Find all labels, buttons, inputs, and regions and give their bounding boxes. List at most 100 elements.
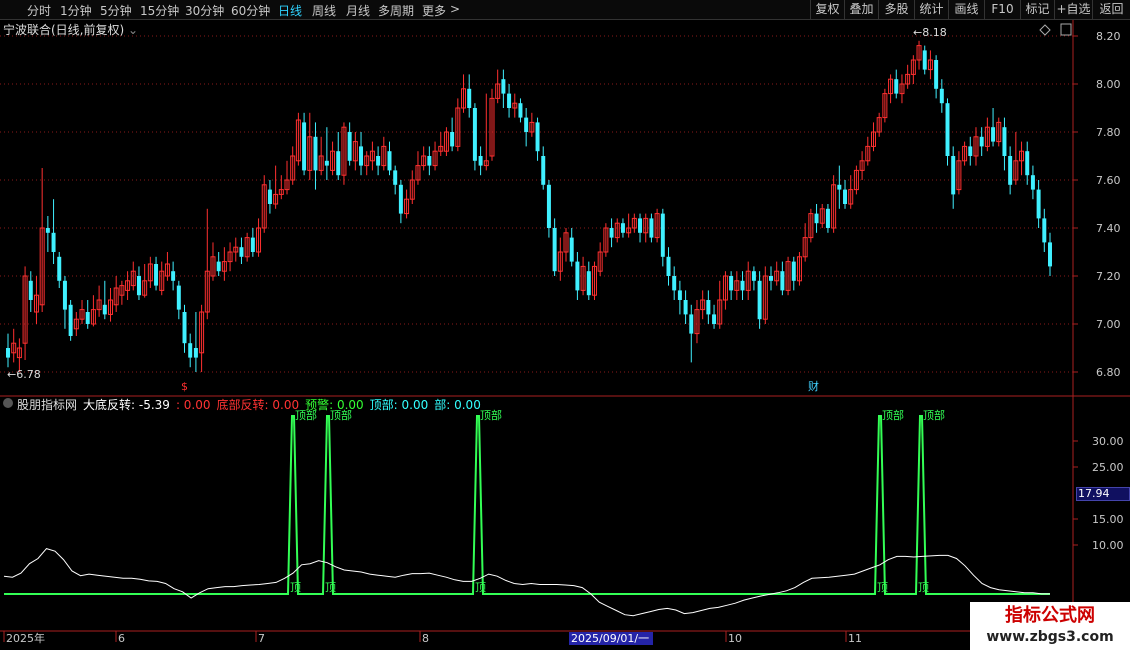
- candle-body: [552, 228, 557, 272]
- tool-button-2[interactable]: 多股: [878, 0, 914, 20]
- price-axis-label: 7.60: [1096, 174, 1121, 187]
- candle-body: [968, 146, 973, 156]
- candle-body: [324, 160, 329, 166]
- candle-body: [740, 280, 745, 291]
- high-price-marker: ←8.18: [913, 26, 947, 39]
- indicator-item-2: 底部反转: 0.00: [216, 398, 300, 412]
- candle-body: [62, 280, 67, 310]
- tool-button-1[interactable]: 叠加: [844, 0, 878, 20]
- candle-body: [729, 276, 734, 291]
- period-tab-7[interactable]: 周线: [312, 2, 336, 19]
- signal-line: [4, 415, 1050, 595]
- candle-body: [945, 103, 950, 156]
- candle-body: [1042, 218, 1047, 243]
- candle-body: [979, 136, 984, 147]
- candle-body: [182, 312, 187, 344]
- tool-button-4[interactable]: 画线: [948, 0, 984, 20]
- period-tab-2[interactable]: 5分钟: [100, 2, 132, 19]
- indicator-item-3: 预警: 0.00: [305, 398, 364, 412]
- candle-body: [387, 151, 392, 171]
- candle-body: [751, 271, 756, 281]
- candle-body: [102, 304, 107, 315]
- candle-body: [347, 132, 352, 161]
- period-tab-9[interactable]: 多周期: [378, 2, 414, 19]
- candle-body: [188, 343, 193, 358]
- candle-body: [267, 189, 272, 204]
- candle-body: [546, 184, 551, 228]
- candle-body: [894, 79, 899, 94]
- indicator-title: 股朋指标网 大底反转: -5.39 : 0.00 底部反转: 0.00 预警: 0.00…: [17, 398, 481, 412]
- tool-button-3[interactable]: 统计: [914, 0, 948, 20]
- candle-body: [336, 151, 341, 176]
- candle-body: [171, 271, 176, 281]
- candle-body: [154, 264, 159, 286]
- candle-body: [951, 156, 956, 195]
- indicator-name: 股朋指标网: [17, 398, 78, 412]
- indicator-item-5: 部: 0.00: [434, 398, 481, 412]
- panel-toggle-icon: [1060, 23, 1072, 36]
- candle-body: [922, 50, 927, 70]
- candle-body: [791, 261, 796, 281]
- tool-button-8[interactable]: 返回: [1092, 0, 1130, 20]
- candle-body: [1002, 127, 1007, 156]
- more-chevron-icon[interactable]: >: [450, 2, 460, 16]
- oscillator-line: [3, 548, 1050, 617]
- period-tab-4[interactable]: 30分钟: [185, 2, 224, 19]
- price-axis-label: 7.80: [1096, 126, 1121, 139]
- price-axis-label: 6.80: [1096, 366, 1121, 379]
- candle-body: [939, 88, 944, 104]
- candle-body: [757, 280, 762, 320]
- candle-body: [250, 237, 255, 252]
- indicator-item-0: 大底反转: -5.39: [83, 398, 170, 412]
- candle-body: [57, 256, 62, 281]
- watermark-logo: 指标公式网 www.zbgs3.com: [970, 602, 1130, 650]
- date-axis-label: 11: [848, 632, 862, 645]
- candle-body: [313, 136, 318, 171]
- candle-body: [359, 146, 364, 166]
- period-tab-8[interactable]: 月线: [346, 2, 370, 19]
- event-cai-icon: 财: [808, 379, 819, 393]
- candle-body: [649, 218, 654, 238]
- period-tab-5[interactable]: 60分钟: [231, 2, 270, 19]
- candle-body: [706, 300, 711, 315]
- tool-button-7[interactable]: +自选: [1054, 0, 1092, 20]
- period-tab-1[interactable]: 1分钟: [60, 2, 92, 19]
- candle-body: [780, 271, 785, 291]
- tool-button-5[interactable]: F10: [984, 0, 1020, 20]
- date-axis-label: 6: [118, 632, 125, 645]
- period-tab-10[interactable]: 更多: [422, 2, 446, 19]
- period-tab-3[interactable]: 15分钟: [140, 2, 179, 19]
- candle-body: [609, 228, 614, 238]
- indicator-item-4: 顶部: 0.00: [369, 398, 429, 412]
- base-label: 顶: [290, 581, 301, 594]
- indicator-axis-label: 15.00: [1092, 513, 1124, 526]
- candle-body: [501, 79, 506, 94]
- base-label: 顶: [325, 581, 336, 594]
- candle-body: [450, 132, 455, 147]
- price-axis-label: 7.00: [1096, 318, 1121, 331]
- candle-body: [769, 276, 773, 281]
- tool-button-6[interactable]: 标记: [1020, 0, 1054, 20]
- diamond-icon: [1039, 24, 1051, 36]
- candle-body: [28, 280, 33, 300]
- chart-area: 8.20 8.00 7.80 7.60 7.40 7.20 7.00 6.80 ←8.18 ←6.…: [0, 20, 1130, 645]
- candle-body: [620, 223, 625, 233]
- candle-body: [672, 276, 677, 291]
- candle-body: [660, 213, 665, 257]
- candle-body: [825, 208, 830, 228]
- tool-button-0[interactable]: 复权: [810, 0, 844, 20]
- candle-body: [302, 122, 307, 171]
- candle-body: [176, 285, 181, 310]
- price-axis-label: 8.00: [1096, 78, 1121, 91]
- period-tab-0[interactable]: 分时: [27, 2, 51, 19]
- indicator-item-1: : 0.00: [175, 398, 211, 412]
- candle-body: [1025, 151, 1030, 176]
- candle-body: [934, 60, 939, 89]
- date-axis-label: 2025年: [6, 631, 45, 645]
- candle-body: [638, 218, 643, 233]
- candle-body: [216, 261, 221, 272]
- candle-body: [1048, 242, 1052, 267]
- candle-body: [45, 228, 50, 233]
- date-axis-label: 8: [422, 632, 429, 645]
- period-tab-6[interactable]: 日线: [278, 2, 302, 19]
